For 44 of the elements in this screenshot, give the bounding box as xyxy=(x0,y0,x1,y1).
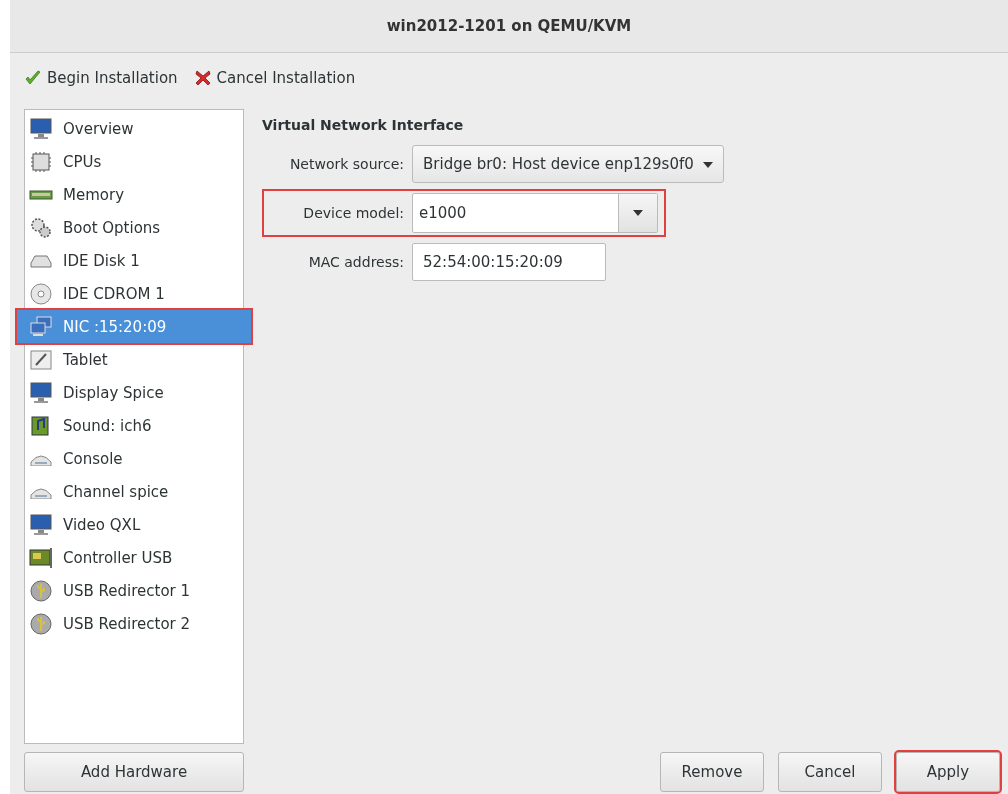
add-hardware-button[interactable]: Add Hardware xyxy=(24,752,244,792)
card-icon xyxy=(29,545,53,570)
gears-icon xyxy=(29,215,53,240)
hardware-list-item[interactable]: IDE CDROM 1 xyxy=(25,277,243,310)
dialog-button[interactable]: Cancel xyxy=(778,752,882,792)
hardware-list-item[interactable]: Tablet xyxy=(25,343,243,376)
field-label: Network source: xyxy=(288,156,405,172)
hardware-list-item[interactable]: Channel spice xyxy=(25,475,243,508)
hardware-list-item[interactable]: Boot Options xyxy=(25,211,243,244)
field-label: Device model: xyxy=(302,205,405,221)
caret-icon xyxy=(702,161,713,168)
section-heading: Virtual Network Interface xyxy=(262,117,465,133)
tablet-icon xyxy=(29,347,53,372)
hardware-list-item[interactable]: CPUs xyxy=(25,145,243,178)
monitor-icon xyxy=(29,116,53,141)
hardware-list-item[interactable]: IDE Disk 1 xyxy=(25,244,243,277)
cdrom-icon xyxy=(29,281,53,306)
hardware-list-item[interactable]: USB Redirector 1 xyxy=(25,574,243,607)
hardware-list-item[interactable]: Display Spice xyxy=(25,376,243,409)
monitor-icon xyxy=(29,512,53,537)
mac-address-field[interactable]: 52:54:00:15:20:09 xyxy=(412,243,606,281)
usb-icon xyxy=(29,578,53,603)
hardware-list-item[interactable]: Sound: ich6 xyxy=(25,409,243,442)
chip-icon xyxy=(29,149,53,174)
hardware-list-item[interactable]: Memory xyxy=(25,178,243,211)
network-icon xyxy=(29,314,53,339)
cancel-installation-button[interactable]: Cancel Installation xyxy=(193,69,356,87)
hardware-list-item[interactable]: Controller USB xyxy=(25,541,243,574)
cross-icon xyxy=(193,69,212,87)
field-label: MAC address: xyxy=(307,254,405,270)
monitor-icon xyxy=(29,380,53,405)
window-title: win2012-1201 on QEMU/KVM xyxy=(386,17,632,35)
hardware-list-item[interactable]: Overview xyxy=(25,112,243,145)
usb-icon xyxy=(29,611,53,636)
checkmark-icon xyxy=(24,69,42,87)
network-source-dropdown[interactable]: Bridge br0: Host device enp129s0f0 xyxy=(412,145,724,183)
device-model-combo[interactable]: e1000 xyxy=(412,193,658,233)
dialog-button[interactable]: Apply xyxy=(896,752,1000,792)
hardware-list-item[interactable]: Video QXL xyxy=(25,508,243,541)
dialog-button[interactable]: Remove xyxy=(660,752,764,792)
hardware-list-item[interactable]: USB Redirector 2 xyxy=(25,607,243,640)
caret-icon xyxy=(633,210,643,216)
begin-installation-button[interactable]: Begin Installation xyxy=(24,69,178,87)
hardware-list-item[interactable]: Console xyxy=(25,442,243,475)
